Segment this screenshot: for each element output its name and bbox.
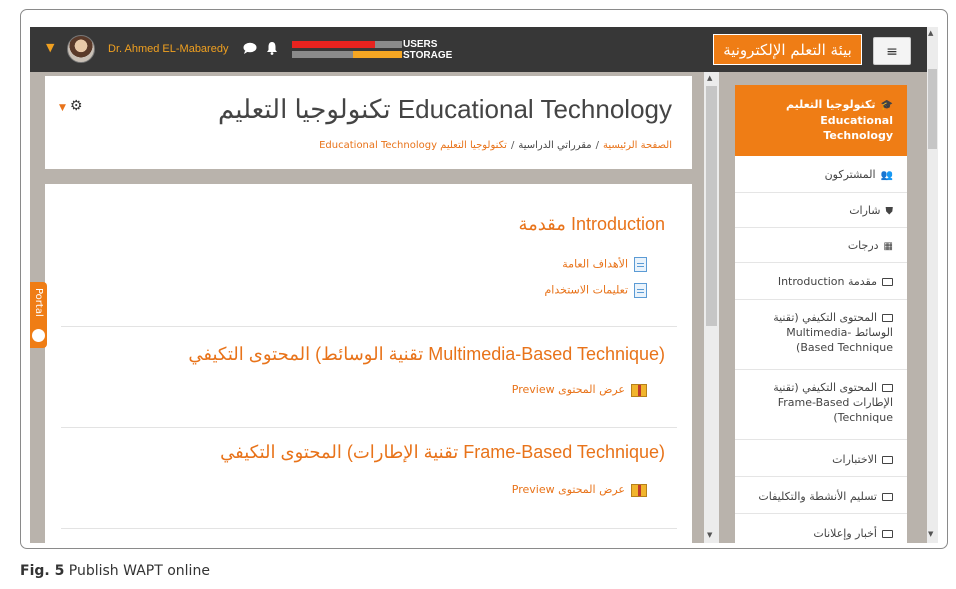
page-title: تكنولوجيا التعليم Educational Technology	[218, 94, 672, 124]
sidebar-item-participants[interactable]: 👥 المشتركون	[735, 156, 907, 193]
table-icon: ▦	[883, 241, 893, 252]
sidebar-item-label: درجات	[847, 239, 879, 252]
site-title-button[interactable]: بيئة التعلم الإلكترونية	[713, 34, 862, 65]
course-section: المحتوى التكيفي (تقنية الإطارات Frame-Ba…	[61, 428, 677, 529]
course-section: المحتوى التكيفي (تقنية الوسائط Multimedi…	[61, 327, 677, 428]
scroll-down-arrow-icon[interactable]: ▼	[928, 530, 933, 538]
chevron-down-icon: ▼	[59, 103, 66, 113]
hamburger-menu-button[interactable]: ≡	[873, 37, 911, 65]
figure-caption: Fig. 5 Publish WAPT online	[20, 563, 210, 579]
sidebar-item-frame[interactable]: المحتوى التكيفي (تقنية الإطارات Frame-Ba…	[735, 370, 907, 440]
browser-viewport: ▼ Dr. Ahmed EL-Mabaredy USERS STORAGE بي…	[30, 27, 938, 543]
scroll-up-arrow-icon[interactable]: ▲	[928, 29, 933, 37]
folder-icon	[882, 314, 893, 322]
graduation-cap-icon: 🎓	[880, 100, 893, 111]
folder-icon	[882, 456, 893, 464]
sidebar-item-multimedia[interactable]: المحتوى التكيفي (تقنية الوسائط Multimedi…	[735, 300, 907, 370]
portal-side-tab[interactable]: Portal	[30, 282, 47, 348]
sidebar-item-label: المشتركون	[824, 168, 876, 181]
scroll-up-arrow-icon[interactable]: ▲	[707, 74, 712, 82]
folder-icon	[882, 530, 893, 538]
folder-icon	[882, 493, 893, 501]
section-title[interactable]: المحتوى التكيفي (تقنية الإطارات Frame-Ba…	[220, 442, 665, 463]
page-icon	[634, 283, 647, 298]
sidebar-item-label: مقدمة Introduction	[777, 275, 877, 288]
sidebar-item-label: المحتوى التكيفي (تقنية الوسائط Multimedi…	[773, 311, 893, 354]
figure-label: Fig. 5	[20, 563, 65, 579]
user-menu-caret-icon[interactable]: ▼	[46, 41, 54, 54]
users-quota-bar	[292, 41, 402, 48]
sidebar-item-course[interactable]: 🎓تكنولوجيا التعليم Educational Technolog…	[735, 85, 907, 156]
course-section: مقدمة Introduction الأهداف العامة تعليما…	[61, 184, 677, 327]
storage-quota-label: STORAGE	[403, 50, 453, 61]
course-content: مقدمة Introduction الأهداف العامة تعليما…	[45, 184, 692, 543]
users-quota-fill	[292, 41, 375, 48]
portal-logo-icon	[32, 329, 45, 342]
activity-link[interactable]: الأهداف العامة	[562, 257, 647, 272]
sidebar-item-news[interactable]: أخبار وإعلانات	[735, 514, 907, 543]
section-title[interactable]: المحتوى التكيفي (تقنية الوسائط Multimedi…	[188, 344, 665, 365]
users-icon: 👥	[880, 170, 893, 181]
activity-link[interactable]: تعليمات الاستخدام	[544, 283, 647, 298]
course-navigation-sidebar: 🎓تكنولوجيا التعليم Educational Technolog…	[735, 85, 907, 543]
folder-icon	[882, 384, 893, 392]
course-settings-menu[interactable]: ▼ ⚙	[59, 98, 82, 114]
username-link[interactable]: Dr. Ahmed EL-Mabaredy	[108, 43, 228, 55]
activity-label: تعليمات الاستخدام	[544, 283, 629, 297]
portal-label: Portal	[33, 288, 44, 317]
bell-icon[interactable]	[266, 41, 278, 55]
activity-label: الأهداف العامة	[562, 257, 628, 271]
sidebar-item-label: تسليم الأنشطة والتكليفات	[758, 490, 877, 503]
section-title[interactable]: مقدمة Introduction	[518, 214, 665, 235]
figure-caption-text: Publish WAPT online	[68, 563, 210, 579]
page-icon	[634, 257, 647, 272]
users-quota-label: USERS	[403, 39, 438, 50]
sidebar-item-label: شارات	[849, 204, 881, 217]
scroll-down-arrow-icon[interactable]: ▼	[707, 531, 712, 539]
storage-quota-fill	[352, 51, 402, 58]
breadcrumb-current[interactable]: تكنولوجيا التعليم Educational Technology	[319, 140, 507, 151]
activity-link[interactable]: عرض المحتوى Preview	[512, 383, 647, 397]
page-header: ▼ ⚙ تكنولوجيا التعليم Educational Technol…	[45, 76, 692, 169]
scrollbar-thumb[interactable]	[928, 69, 937, 149]
shield-icon: ⛊	[885, 206, 894, 217]
gear-icon: ⚙	[69, 98, 83, 114]
sidebar-item-introduction[interactable]: مقدمة Introduction	[735, 263, 907, 300]
sidebar-item-assignments[interactable]: تسليم الأنشطة والتكليفات	[735, 477, 907, 514]
package-icon	[631, 383, 647, 397]
scrollbar-thumb[interactable]	[706, 86, 717, 326]
folder-icon	[882, 278, 893, 286]
sidebar-item-label: تكنولوجيا التعليم Educational Technology	[786, 98, 893, 142]
sidebar-item-label: أخبار وإعلانات	[813, 527, 877, 540]
window-scrollbar[interactable]: ▲ ▼	[927, 27, 938, 543]
breadcrumb-home[interactable]: الصفحة الرئيسية	[603, 140, 672, 151]
activity-label: عرض المحتوى Preview	[511, 483, 625, 496]
package-icon	[631, 483, 647, 497]
sidebar-item-label: المحتوى التكيفي (تقنية الإطارات Frame-Ba…	[773, 381, 893, 424]
top-navbar: ▼ Dr. Ahmed EL-Mabaredy USERS STORAGE بي…	[30, 27, 928, 72]
sidebar-item-quizzes[interactable]: الاختبارات	[735, 440, 907, 477]
storage-quota-bar	[292, 51, 402, 58]
activity-link[interactable]: عرض المحتوى Preview	[512, 483, 647, 497]
sidebar-item-badges[interactable]: ⛊ شارات	[735, 193, 907, 228]
sidebar-item-grades[interactable]: ▦ درجات	[735, 228, 907, 263]
quota-labels: USERS STORAGE	[403, 39, 452, 61]
sidebar-item-label: الاختبارات	[832, 453, 877, 466]
avatar[interactable]	[67, 35, 95, 63]
hamburger-icon: ≡	[886, 44, 898, 60]
quota-meters	[292, 40, 402, 60]
activity-label: عرض المحتوى Preview	[511, 383, 625, 396]
chat-icon[interactable]	[243, 42, 257, 54]
breadcrumb: الصفحة الرئيسية/مقرراتي الدراسية/تكنولوج…	[319, 140, 672, 151]
breadcrumb-courses[interactable]: مقرراتي الدراسية	[518, 140, 591, 151]
content-scrollbar[interactable]: ▲ ▼	[704, 72, 719, 543]
